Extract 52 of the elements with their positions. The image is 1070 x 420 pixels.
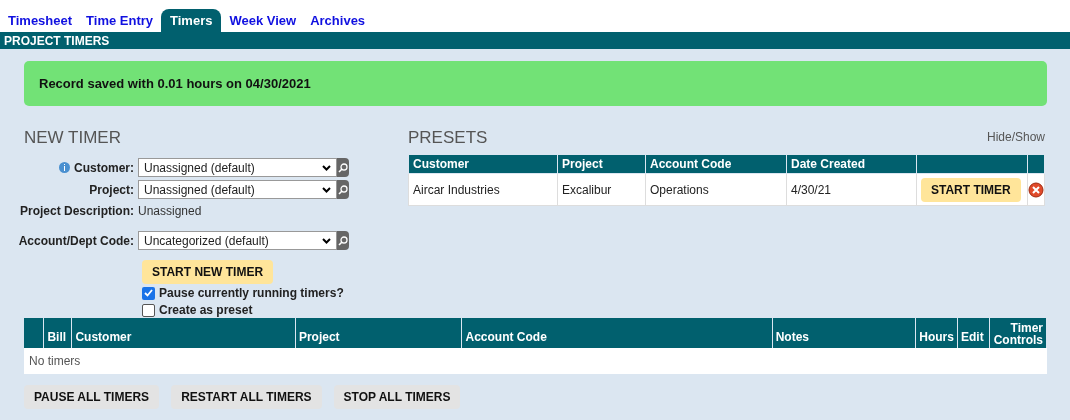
column-header: Timer Controls xyxy=(989,318,1047,348)
section-heading: NEW TIMER xyxy=(24,128,122,148)
column-header: Account Code xyxy=(462,318,773,348)
checkbox[interactable] xyxy=(142,303,155,317)
empty-message: No timers xyxy=(28,354,81,368)
tab[interactable]: Archives xyxy=(304,9,372,32)
column-header: Account Code xyxy=(645,154,787,174)
tab[interactable]: Time Entry xyxy=(80,9,160,32)
field-label: Customer: xyxy=(74,159,134,177)
table-cell: Aircar Industries xyxy=(408,173,558,206)
field-label: Account/Dept Code: xyxy=(18,232,134,250)
checkbox[interactable] xyxy=(142,286,155,300)
action-button[interactable]: STOP ALL TIMERS xyxy=(333,385,461,409)
column-header: Date Created xyxy=(786,154,917,174)
hide-show-link[interactable]: Hide/Show xyxy=(986,128,1045,146)
section-title: PROJECT TIMERS xyxy=(4,32,110,50)
column-header: Customer xyxy=(408,154,558,174)
action-button[interactable]: RESTART ALL TIMERS xyxy=(171,385,322,409)
column-header: Project xyxy=(295,318,462,348)
field-label: Project Description: xyxy=(19,202,134,220)
field-value: Unassigned xyxy=(138,202,202,220)
select-field[interactable]: Uncategorized (default) xyxy=(138,231,337,250)
search-icon[interactable] xyxy=(337,231,349,250)
start-new-timer-button[interactable]: START NEW TIMER xyxy=(142,260,274,284)
tab[interactable]: Timers xyxy=(161,9,222,32)
column-header: Notes xyxy=(772,318,916,348)
caret-icon xyxy=(322,164,331,171)
search-icon[interactable] xyxy=(337,158,349,177)
info-icon[interactable] xyxy=(59,162,70,173)
select-field[interactable]: Unassigned (default) xyxy=(138,158,337,177)
column-header: Bill xyxy=(43,318,72,348)
caret-icon xyxy=(322,237,331,244)
action-button[interactable]: PAUSE ALL TIMERS xyxy=(24,385,160,409)
column-header: Project xyxy=(557,154,646,174)
table-cell: 4/30/21 xyxy=(786,173,917,206)
checkbox-label: Pause currently running timers? xyxy=(159,285,344,302)
column-header: Hours xyxy=(915,318,958,348)
table-cell: Excalibur xyxy=(557,173,646,206)
column-header: Edit xyxy=(957,318,990,348)
success-alert: Record saved with 0.01 hours on 04/30/2021 xyxy=(24,61,1047,106)
search-icon[interactable] xyxy=(337,180,349,199)
tab[interactable]: Timesheet xyxy=(2,9,79,32)
start-timer-button[interactable]: START TIMER xyxy=(921,177,1021,202)
checkbox-label: Create as preset xyxy=(159,302,253,319)
table-cell: Operations xyxy=(645,173,787,206)
field-label: Project: xyxy=(89,181,134,199)
column-header: Customer xyxy=(71,318,296,348)
select-field[interactable]: Unassigned (default) xyxy=(138,180,337,199)
section-heading: PRESETS xyxy=(408,128,488,148)
delete-icon[interactable] xyxy=(1027,182,1044,199)
caret-icon xyxy=(322,186,331,193)
tab[interactable]: Week View xyxy=(223,9,303,32)
